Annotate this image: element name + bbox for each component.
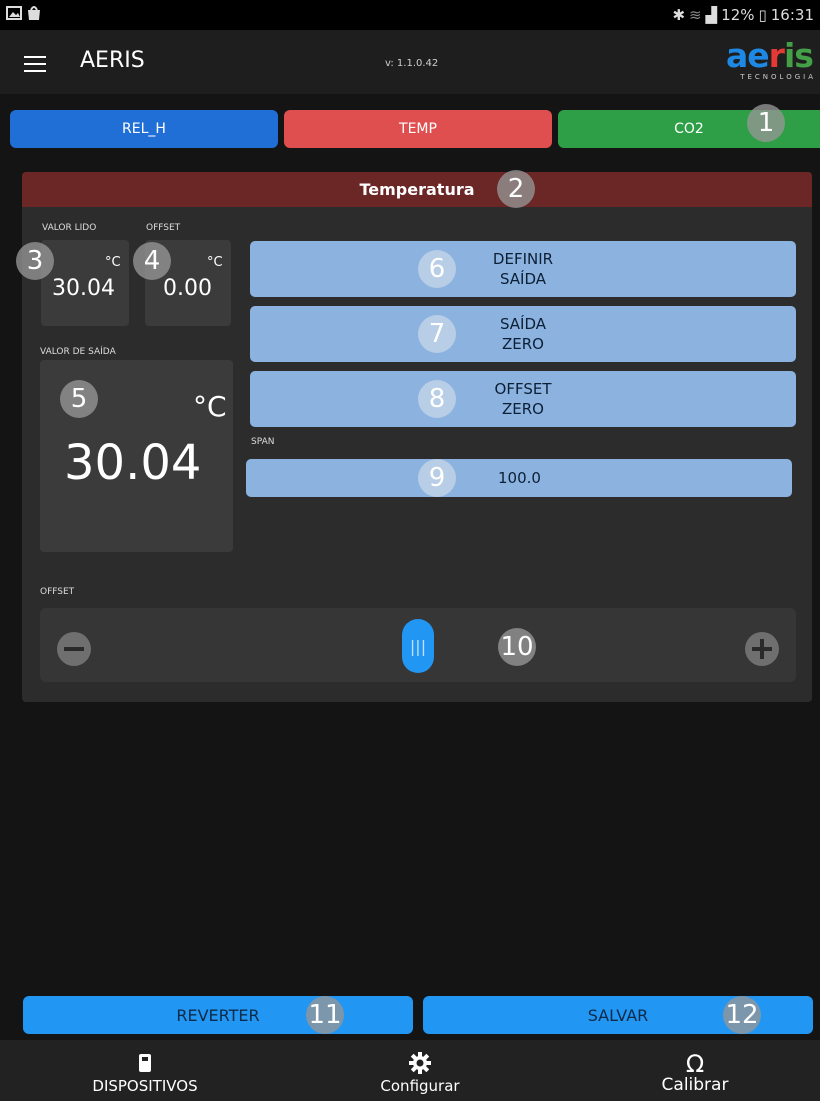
menu-icon[interactable] bbox=[24, 56, 46, 72]
valor-lido-label: VALOR LIDO bbox=[42, 223, 97, 233]
minus-icon[interactable] bbox=[57, 632, 91, 666]
annotation-badge: 10 bbox=[498, 628, 536, 666]
nav-calibrar[interactable]: Ω Calibrar bbox=[640, 1040, 750, 1101]
signal-icon: ▟ bbox=[705, 6, 718, 24]
annotation-badge: 9 bbox=[418, 459, 456, 497]
image-notification-icon bbox=[6, 6, 22, 20]
annotation-badge: 2 bbox=[497, 170, 535, 208]
app-bar: AERIS v: 1.1.0.42 aeris TECNOLOGIA bbox=[0, 30, 820, 94]
logo-subtitle: TECNOLOGIA bbox=[740, 73, 816, 81]
definir-saida-button[interactable]: DEFINIR SAÍDA bbox=[250, 241, 796, 297]
nav-configurar-label: Configurar bbox=[380, 1077, 460, 1095]
plus-icon[interactable] bbox=[745, 632, 779, 666]
status-right: ✱ ≋ ▟ 12% ▯ 16:31 bbox=[672, 6, 814, 24]
tab-rel-h[interactable]: REL_H bbox=[10, 110, 278, 148]
gear-icon bbox=[409, 1052, 431, 1074]
bottom-navigation: DISPOSITIVOS Configurar Ω Calibrar bbox=[0, 1040, 820, 1101]
offset-value: 0.00 bbox=[163, 276, 212, 301]
saida-zero-line1: SAÍDA bbox=[499, 315, 547, 333]
omega-icon: Ω bbox=[685, 1050, 705, 1078]
offset-zero-button[interactable]: OFFSET ZERO bbox=[250, 371, 796, 427]
shopping-bag-icon bbox=[28, 6, 40, 20]
span-label: SPAN bbox=[251, 437, 275, 447]
offset-label: OFFSET bbox=[146, 223, 181, 233]
valor-lido-unit: °C bbox=[105, 255, 121, 270]
battery-percent: 12% bbox=[721, 6, 755, 24]
definir-saida-line1: DEFINIR bbox=[492, 250, 554, 268]
valor-saida-unit: °C bbox=[193, 390, 227, 423]
annotation-badge: 3 bbox=[16, 242, 54, 280]
annotation-badge: 7 bbox=[418, 315, 456, 353]
device-icon bbox=[139, 1054, 151, 1072]
wifi-icon: ≋ bbox=[689, 6, 702, 24]
offset-zero-line2: ZERO bbox=[502, 400, 544, 418]
nav-calibrar-label: Calibrar bbox=[661, 1075, 729, 1095]
bluetooth-icon: ✱ bbox=[672, 6, 686, 24]
battery-icon: ▯ bbox=[758, 6, 767, 24]
annotation-badge: 4 bbox=[133, 242, 171, 280]
definir-saida-line2: SAÍDA bbox=[499, 270, 547, 288]
valor-saida-label: VALOR DE SAÍDA bbox=[40, 347, 116, 357]
tab-temp[interactable]: TEMP bbox=[284, 110, 552, 148]
version-label: v: 1.1.0.42 bbox=[385, 58, 439, 69]
annotation-badge: 6 bbox=[418, 250, 456, 288]
logo-wordmark: aeris bbox=[726, 36, 814, 75]
valor-saida-value: 30.04 bbox=[64, 435, 202, 491]
offset-slider-label: OFFSET bbox=[40, 587, 75, 597]
offset-unit: °C bbox=[207, 255, 223, 270]
panel-title: Temperatura bbox=[22, 172, 812, 207]
span-value: 100.0 bbox=[498, 469, 541, 487]
saida-zero-button[interactable]: SAÍDA ZERO bbox=[250, 306, 796, 362]
saida-zero-line2: ZERO bbox=[502, 335, 544, 353]
revert-button[interactable]: REVERTER bbox=[23, 996, 413, 1034]
company-logo: aeris TECNOLOGIA bbox=[726, 36, 816, 86]
annotation-badge: 5 bbox=[60, 380, 98, 418]
annotation-badge: 8 bbox=[418, 380, 456, 418]
app-title: AERIS bbox=[80, 48, 145, 73]
annotation-badge: 12 bbox=[723, 996, 761, 1034]
slider-handle[interactable]: ||| bbox=[402, 619, 434, 673]
nav-configurar[interactable]: Configurar bbox=[360, 1040, 480, 1101]
status-bar: ✱ ≋ ▟ 12% ▯ 16:31 bbox=[0, 0, 820, 30]
offset-zero-line1: OFFSET bbox=[494, 380, 552, 398]
annotation-badge: 1 bbox=[747, 104, 785, 142]
clock: 16:31 bbox=[770, 6, 814, 24]
valor-lido-value: 30.04 bbox=[52, 276, 115, 301]
nav-dispositivos[interactable]: DISPOSITIVOS bbox=[80, 1040, 210, 1101]
annotation-badge: 11 bbox=[306, 996, 344, 1034]
nav-dispositivos-label: DISPOSITIVOS bbox=[92, 1077, 198, 1095]
